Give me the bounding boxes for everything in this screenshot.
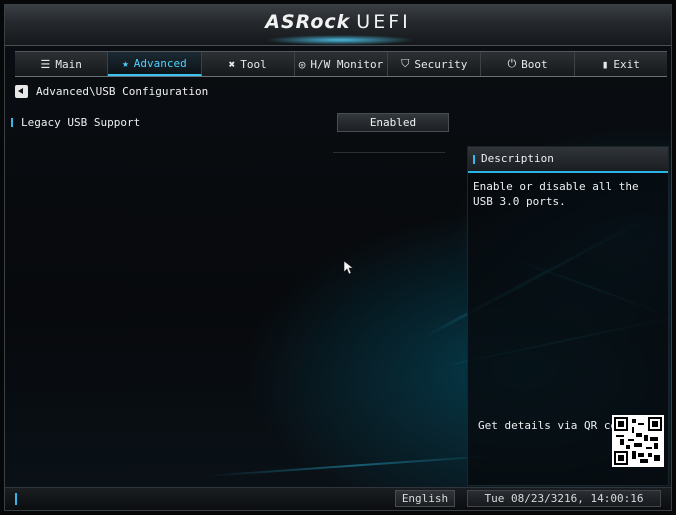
tab-boot-label: Boot	[521, 57, 548, 71]
product-name: UEFI	[356, 11, 411, 33]
row-divider	[333, 152, 445, 153]
datetime-display: Tue 08/23/3216, 14:00:16	[467, 490, 661, 507]
tab-tool[interactable]: ✖ Tool	[202, 52, 295, 76]
tab-hw-monitor[interactable]: ◎ H/W Monitor	[295, 52, 389, 76]
tab-tool-label: Tool	[240, 57, 267, 71]
header-bar: ASRock UEFI	[5, 5, 671, 46]
setting-value-button[interactable]: Enabled	[337, 113, 449, 132]
qr-code-graphic	[614, 417, 662, 465]
tab-advanced[interactable]: ★ Advanced	[108, 52, 202, 76]
power-icon: ⏻	[507, 57, 517, 70]
tab-boot[interactable]: ⏻ Boot	[481, 52, 575, 76]
background-streak	[204, 454, 505, 477]
tab-main-label: Main	[55, 57, 82, 71]
qr-code	[612, 415, 664, 467]
tab-exit[interactable]: ▮ Exit	[575, 52, 667, 76]
breadcrumb: Advanced\USB Configuration	[15, 85, 208, 98]
status-marker	[15, 493, 17, 505]
tab-advanced-label: Advanced	[133, 56, 187, 70]
setting-label[interactable]: Legacy USB Support	[21, 116, 140, 129]
bios-window: ASRock UEFI ☰ Main ★ Advanced ✖ Tool ◎ H/…	[4, 4, 672, 511]
brand-logo: ASRock UEFI	[5, 11, 671, 33]
row-marker	[11, 118, 13, 127]
language-button[interactable]: English	[395, 490, 455, 507]
monitor-icon: ◎	[298, 57, 306, 71]
brand-name: ASRock	[265, 11, 351, 33]
tab-security-label: Security	[414, 57, 468, 71]
tab-hw-monitor-label: H/W Monitor	[310, 57, 384, 71]
description-title: Description	[481, 152, 554, 165]
description-marker	[473, 155, 475, 164]
description-panel: Description Enable or disable all the US…	[467, 146, 669, 486]
description-header: Description	[468, 147, 668, 173]
setting-row-legacy-usb-support[interactable]: Legacy USB Support Enabled	[9, 111, 449, 135]
breadcrumb-path: Advanced\USB Configuration	[36, 85, 209, 98]
back-arrow-icon[interactable]	[15, 85, 28, 98]
star-icon: ★	[122, 56, 129, 70]
exit-icon: ▮	[601, 57, 609, 71]
list-icon: ☰	[40, 57, 51, 71]
main-tabs: ☰ Main ★ Advanced ✖ Tool ◎ H/W Monitor ⛉…	[15, 51, 667, 77]
description-text: Enable or disable all the USB 3.0 ports.	[473, 180, 639, 208]
tools-icon: ✖	[228, 57, 236, 71]
mouse-cursor-icon	[343, 260, 354, 279]
header-glow	[265, 35, 415, 45]
qr-label: Get details via QR code	[478, 419, 631, 432]
status-bar: English Tue 08/23/3216, 14:00:16	[5, 487, 671, 510]
tab-main[interactable]: ☰ Main	[15, 52, 109, 76]
shield-icon: ⛉	[401, 57, 410, 70]
tab-exit-label: Exit	[613, 57, 640, 71]
tab-security[interactable]: ⛉ Security	[388, 52, 482, 76]
